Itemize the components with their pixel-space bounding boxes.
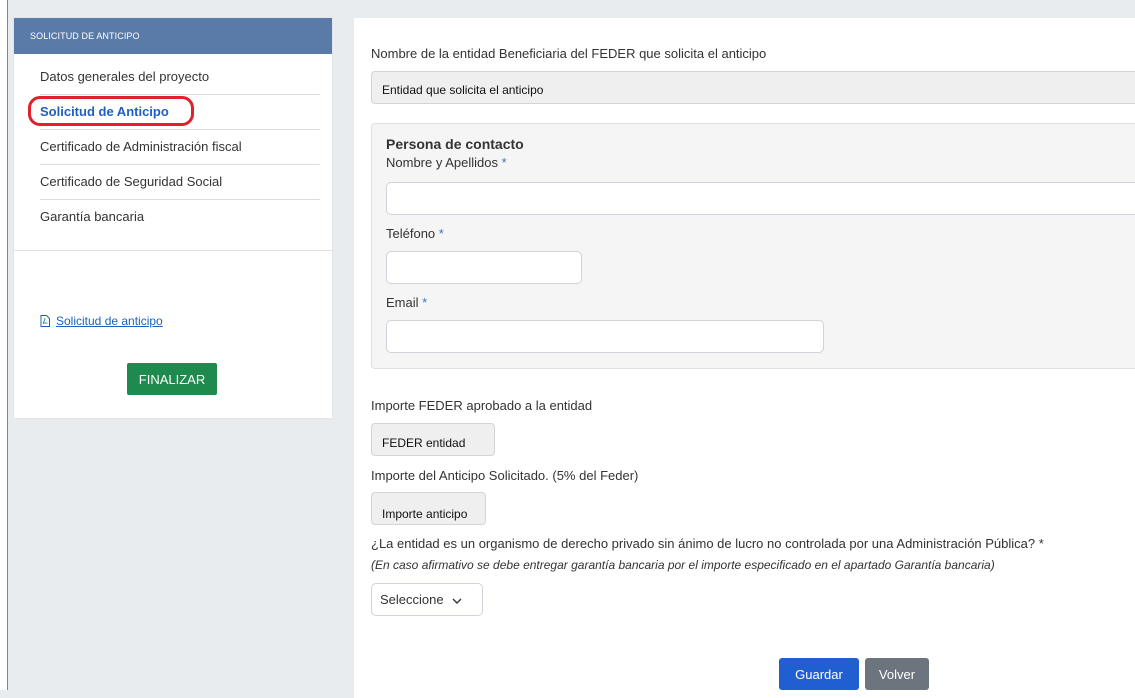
email-label-text: Email bbox=[386, 295, 419, 310]
window-left-edge bbox=[0, 0, 8, 690]
nonprofit-question: ¿La entidad es un organismo de derecho p… bbox=[371, 536, 1044, 551]
required-mark: * bbox=[438, 226, 444, 241]
main-form: Nombre de la entidad Beneficiaria del FE… bbox=[354, 18, 1135, 698]
name-label-text: Nombre y Apellidos bbox=[386, 155, 498, 170]
feder-label: Importe FEDER aprobado a la entidad bbox=[371, 398, 593, 413]
email-input[interactable] bbox=[386, 320, 824, 353]
pdf-link-label: Solicitud de anticipo bbox=[56, 314, 163, 328]
contact-name-input[interactable] bbox=[386, 182, 1135, 215]
pdf-icon bbox=[40, 315, 50, 327]
sidebar-item-garantia-bancaria[interactable]: Garantía bancaria bbox=[40, 200, 320, 235]
back-button[interactable]: Volver bbox=[865, 658, 929, 690]
phone-label-text: Teléfono bbox=[386, 226, 436, 241]
advance-label: Importe del Anticipo Solicitado. (5% del… bbox=[371, 468, 639, 483]
advance-field: Importe anticipo bbox=[371, 492, 486, 525]
email-label: Email * bbox=[386, 295, 427, 310]
chevron-down-icon bbox=[452, 592, 462, 607]
contact-section: Persona de contacto Nombre y Apellidos *… bbox=[371, 123, 1135, 369]
phone-label: Teléfono * bbox=[386, 226, 444, 241]
sidebar-nav: Datos generales del proyecto Solicitud d… bbox=[14, 54, 332, 235]
required-mark: * bbox=[501, 155, 507, 170]
nonprofit-select[interactable]: Seleccione bbox=[371, 583, 483, 616]
finalize-button[interactable]: FINALIZAR bbox=[127, 363, 217, 395]
pdf-download-link[interactable]: Solicitud de anticipo bbox=[40, 314, 163, 328]
sidebar-divider bbox=[14, 250, 332, 251]
entity-field: Entidad que solicita el anticipo bbox=[371, 71, 1135, 104]
sidebar-header: SOLICITUD DE ANTICIPO bbox=[14, 18, 332, 54]
sidebar-item-certificado-administracion[interactable]: Certificado de Administración fiscal bbox=[40, 130, 320, 165]
feder-field: FEDER entidad bbox=[371, 423, 495, 456]
sidebar-item-certificado-seguridad-social[interactable]: Certificado de Seguridad Social bbox=[40, 165, 320, 200]
sidebar-item-datos-generales[interactable]: Datos generales del proyecto bbox=[40, 60, 320, 95]
sidebar: SOLICITUD DE ANTICIPO Datos generales de… bbox=[14, 18, 332, 418]
highlight-ring bbox=[28, 96, 194, 126]
phone-input[interactable] bbox=[386, 251, 582, 284]
contact-title: Persona de contacto bbox=[386, 136, 524, 152]
entity-label: Nombre de la entidad Beneficiaria del FE… bbox=[371, 46, 767, 61]
save-button[interactable]: Guardar bbox=[779, 658, 859, 690]
nonprofit-hint: (En caso afirmativo se debe entregar gar… bbox=[371, 558, 995, 572]
required-mark: * bbox=[422, 295, 428, 310]
name-label: Nombre y Apellidos * bbox=[386, 155, 507, 170]
select-value: Seleccione bbox=[380, 592, 444, 607]
sidebar-item-solicitud-anticipo[interactable]: Solicitud de Anticipo bbox=[28, 95, 320, 130]
